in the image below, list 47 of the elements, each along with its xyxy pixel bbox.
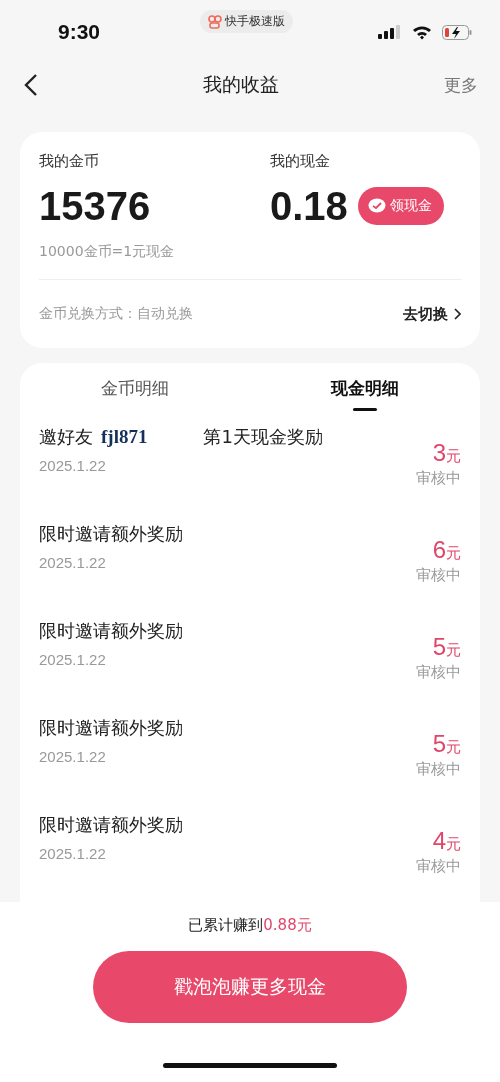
withdraw-button[interactable]: 领现金: [357, 187, 444, 225]
record-status: 审核中: [416, 566, 461, 585]
switch-link[interactable]: 去切换: [403, 304, 461, 324]
exchange-method: 金币兑换方式：自动兑换: [39, 305, 193, 323]
record-title: 限时邀请额外奖励: [39, 522, 183, 546]
page-title: 我的收益: [203, 72, 279, 97]
record-title: 限时邀请额外奖励: [39, 716, 183, 740]
cash-label: 我的现金: [270, 152, 331, 171]
record-status: 审核中: [416, 663, 461, 682]
record-date: 2025.1.22: [39, 845, 107, 862]
status-time: 9:30: [58, 20, 101, 44]
app-logo-icon: [208, 14, 222, 29]
record-status: 审核中: [416, 857, 461, 876]
record-date: 2025.1.22: [39, 651, 107, 668]
detail-tab[interactable]: 金币明细: [20, 363, 250, 413]
record-amount: 3元: [432, 439, 461, 467]
record-title: 限时邀请额外奖励: [39, 813, 183, 837]
record-date: 2025.1.22: [39, 457, 107, 474]
record-amount: 6元: [432, 536, 461, 564]
coins-label: 我的金币: [39, 152, 100, 171]
battery-icon: [442, 24, 472, 40]
chat-bubble-icon: [367, 198, 386, 214]
record-date: 2025.1.22: [39, 748, 107, 765]
detail-tab[interactable]: 现金明细: [250, 363, 480, 413]
record-detail: 第1天现金奖励: [203, 425, 323, 449]
cash-value: 0.18: [270, 183, 348, 229]
record-status: 审核中: [416, 469, 461, 488]
total-label: 已累计赚到: [188, 916, 264, 935]
exchange-rate: 10000金币=1元现金: [39, 243, 176, 261]
coins-value: 15376: [39, 183, 151, 229]
wifi-icon: [412, 24, 432, 40]
record-amount: 5元: [432, 730, 461, 758]
more-link[interactable]: 更多: [444, 73, 478, 97]
friend-name: fjl871: [101, 426, 148, 448]
back-icon[interactable]: [24, 73, 38, 97]
record-status: 审核中: [416, 760, 461, 779]
record-title: 邀好友: [39, 425, 93, 449]
total-value: 0.88元: [263, 916, 312, 935]
app-name: 快手极速版: [225, 13, 285, 30]
earn-more-button[interactable]: 戳泡泡赚更多现金: [93, 951, 407, 1023]
record-amount: 4元: [432, 827, 461, 855]
record-amount: 5元: [432, 633, 461, 661]
signal-icon: [378, 25, 402, 39]
record-title: 限时邀请额外奖励: [39, 619, 183, 643]
record-date: 2025.1.22: [39, 554, 107, 571]
chevron-right-icon: [454, 308, 461, 320]
app-pill[interactable]: 快手极速版: [200, 10, 293, 33]
